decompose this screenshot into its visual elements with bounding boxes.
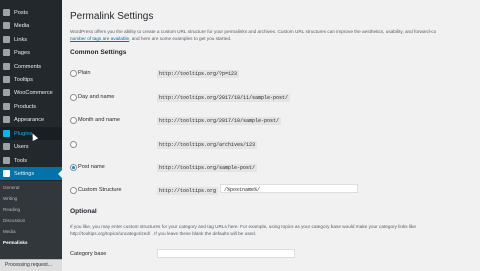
sidebar-item-label: Links [14,36,28,43]
comment-icon [3,63,10,70]
example-url-plain: http://tooltips.org/?p=123 [157,70,240,78]
link-icon [3,36,10,43]
plugin-icon [3,130,10,137]
woocommerce-icon [3,89,10,96]
sidebar-item-appearance[interactable]: Appearance [0,113,62,126]
option-label-plain: Plain [78,70,91,76]
sidebar-item-label: Tools [14,157,28,164]
sidebar-item-pages[interactable]: Pages [0,46,62,59]
intro-text: WordPress offers you the ability to crea… [70,29,437,34]
sidebar-item-label: Appearance [14,116,45,123]
status-text: Processing request... [5,262,52,268]
main-content: Permalink Settings WordPress offers you … [62,0,480,270]
sidebar-item-label: Tooltips [14,76,33,83]
sidebar-item-label: Media [14,22,30,29]
custom-structure-input[interactable]: /%postname%/ [220,184,358,193]
settings-submenu: General Writing Reading Discussion Media… [0,181,62,263]
page-title: Permalink Settings [70,11,154,22]
option-label-day-and-name: Day and name [78,94,115,100]
sidebar-item-tools[interactable]: Tools [0,154,62,167]
example-url-day-and-name: http://tooltips.org/2017/10/11/sample-po… [157,94,291,102]
category-base-label: Category base [70,251,107,257]
user-icon [3,143,10,150]
browser-status-bar: Processing request... [0,259,62,271]
sidebar-item-comments[interactable]: Comments [0,60,62,73]
radio-numeric[interactable] [70,141,77,148]
submenu-item-reading[interactable]: Reading [3,207,20,212]
option-label-custom-structure: Custom Structure [78,187,122,193]
option-label-post-name: Post name [78,164,105,170]
wrench-icon [3,157,10,164]
settings-icon [3,170,10,177]
sidebar-item-links[interactable]: Links [0,33,62,46]
intro-text-line2: number of tags are available, and here a… [70,36,231,41]
example-url-numeric: http://tooltips.org/archives/123 [157,141,258,149]
sidebar-item-label: WooCommerce [14,89,53,96]
page-icon [3,49,10,56]
option-label-month-and-name: Month and name [78,117,120,123]
sidebar-item-woocommerce[interactable]: WooCommerce [0,86,62,99]
paintbrush-icon [3,116,10,123]
tags-link[interactable]: number of tags are available [70,36,129,41]
sidebar-item-posts[interactable]: Posts [0,6,62,19]
optional-heading: Optional [70,208,97,215]
submenu-item-discussion[interactable]: Discussion [3,218,25,223]
custom-structure-base-url: http://tooltips.org [157,187,219,195]
pushpin-icon [3,9,10,16]
media-icon [3,22,10,29]
intro-text-rest: , and here are some examples to get you … [129,36,232,41]
example-url-post-name: http://tooltips.org/sample-post/ [157,164,258,172]
sidebar-item-media[interactable]: Media [0,19,62,32]
category-base-input[interactable] [157,249,295,258]
radio-custom-structure[interactable] [70,187,77,194]
tooltip-icon [3,76,10,83]
submenu-item-permalinks[interactable]: Permalinks [3,240,28,245]
radio-plain[interactable] [70,70,77,77]
sidebar-item-products[interactable]: Products [0,100,62,113]
submenu-item-writing[interactable]: Writing [3,196,17,201]
sidebar-item-label: Users [14,143,29,150]
sidebar-item-label: Products [14,103,37,110]
submenu-item-media[interactable]: Media [3,229,16,234]
submenu-item-general[interactable]: General [3,185,19,190]
optional-description-line2: http://tooltips.org/topics/uncategorized… [70,231,257,236]
radio-month-and-name[interactable] [70,117,77,124]
sidebar-item-label: Posts [14,9,28,16]
common-settings-heading: Common Settings [70,49,127,56]
example-url-month-and-name: http://tooltips.org/2017/10/sample-post/ [157,117,282,125]
sidebar-item-settings[interactable]: Settings [0,167,62,180]
sidebar-item-tooltips[interactable]: Tooltips [0,73,62,86]
custom-structure-value: /%postname%/ [224,186,261,193]
sidebar-item-users[interactable]: Users [0,140,62,153]
product-icon [3,103,10,110]
radio-post-name[interactable] [70,164,77,171]
sidebar-item-label: Settings [14,170,35,177]
radio-day-and-name[interactable] [70,94,77,101]
sidebar-item-label: Comments [14,63,42,70]
sidebar-item-label: Pages [14,49,30,56]
optional-description: If you like, you may enter custom struct… [70,224,416,229]
